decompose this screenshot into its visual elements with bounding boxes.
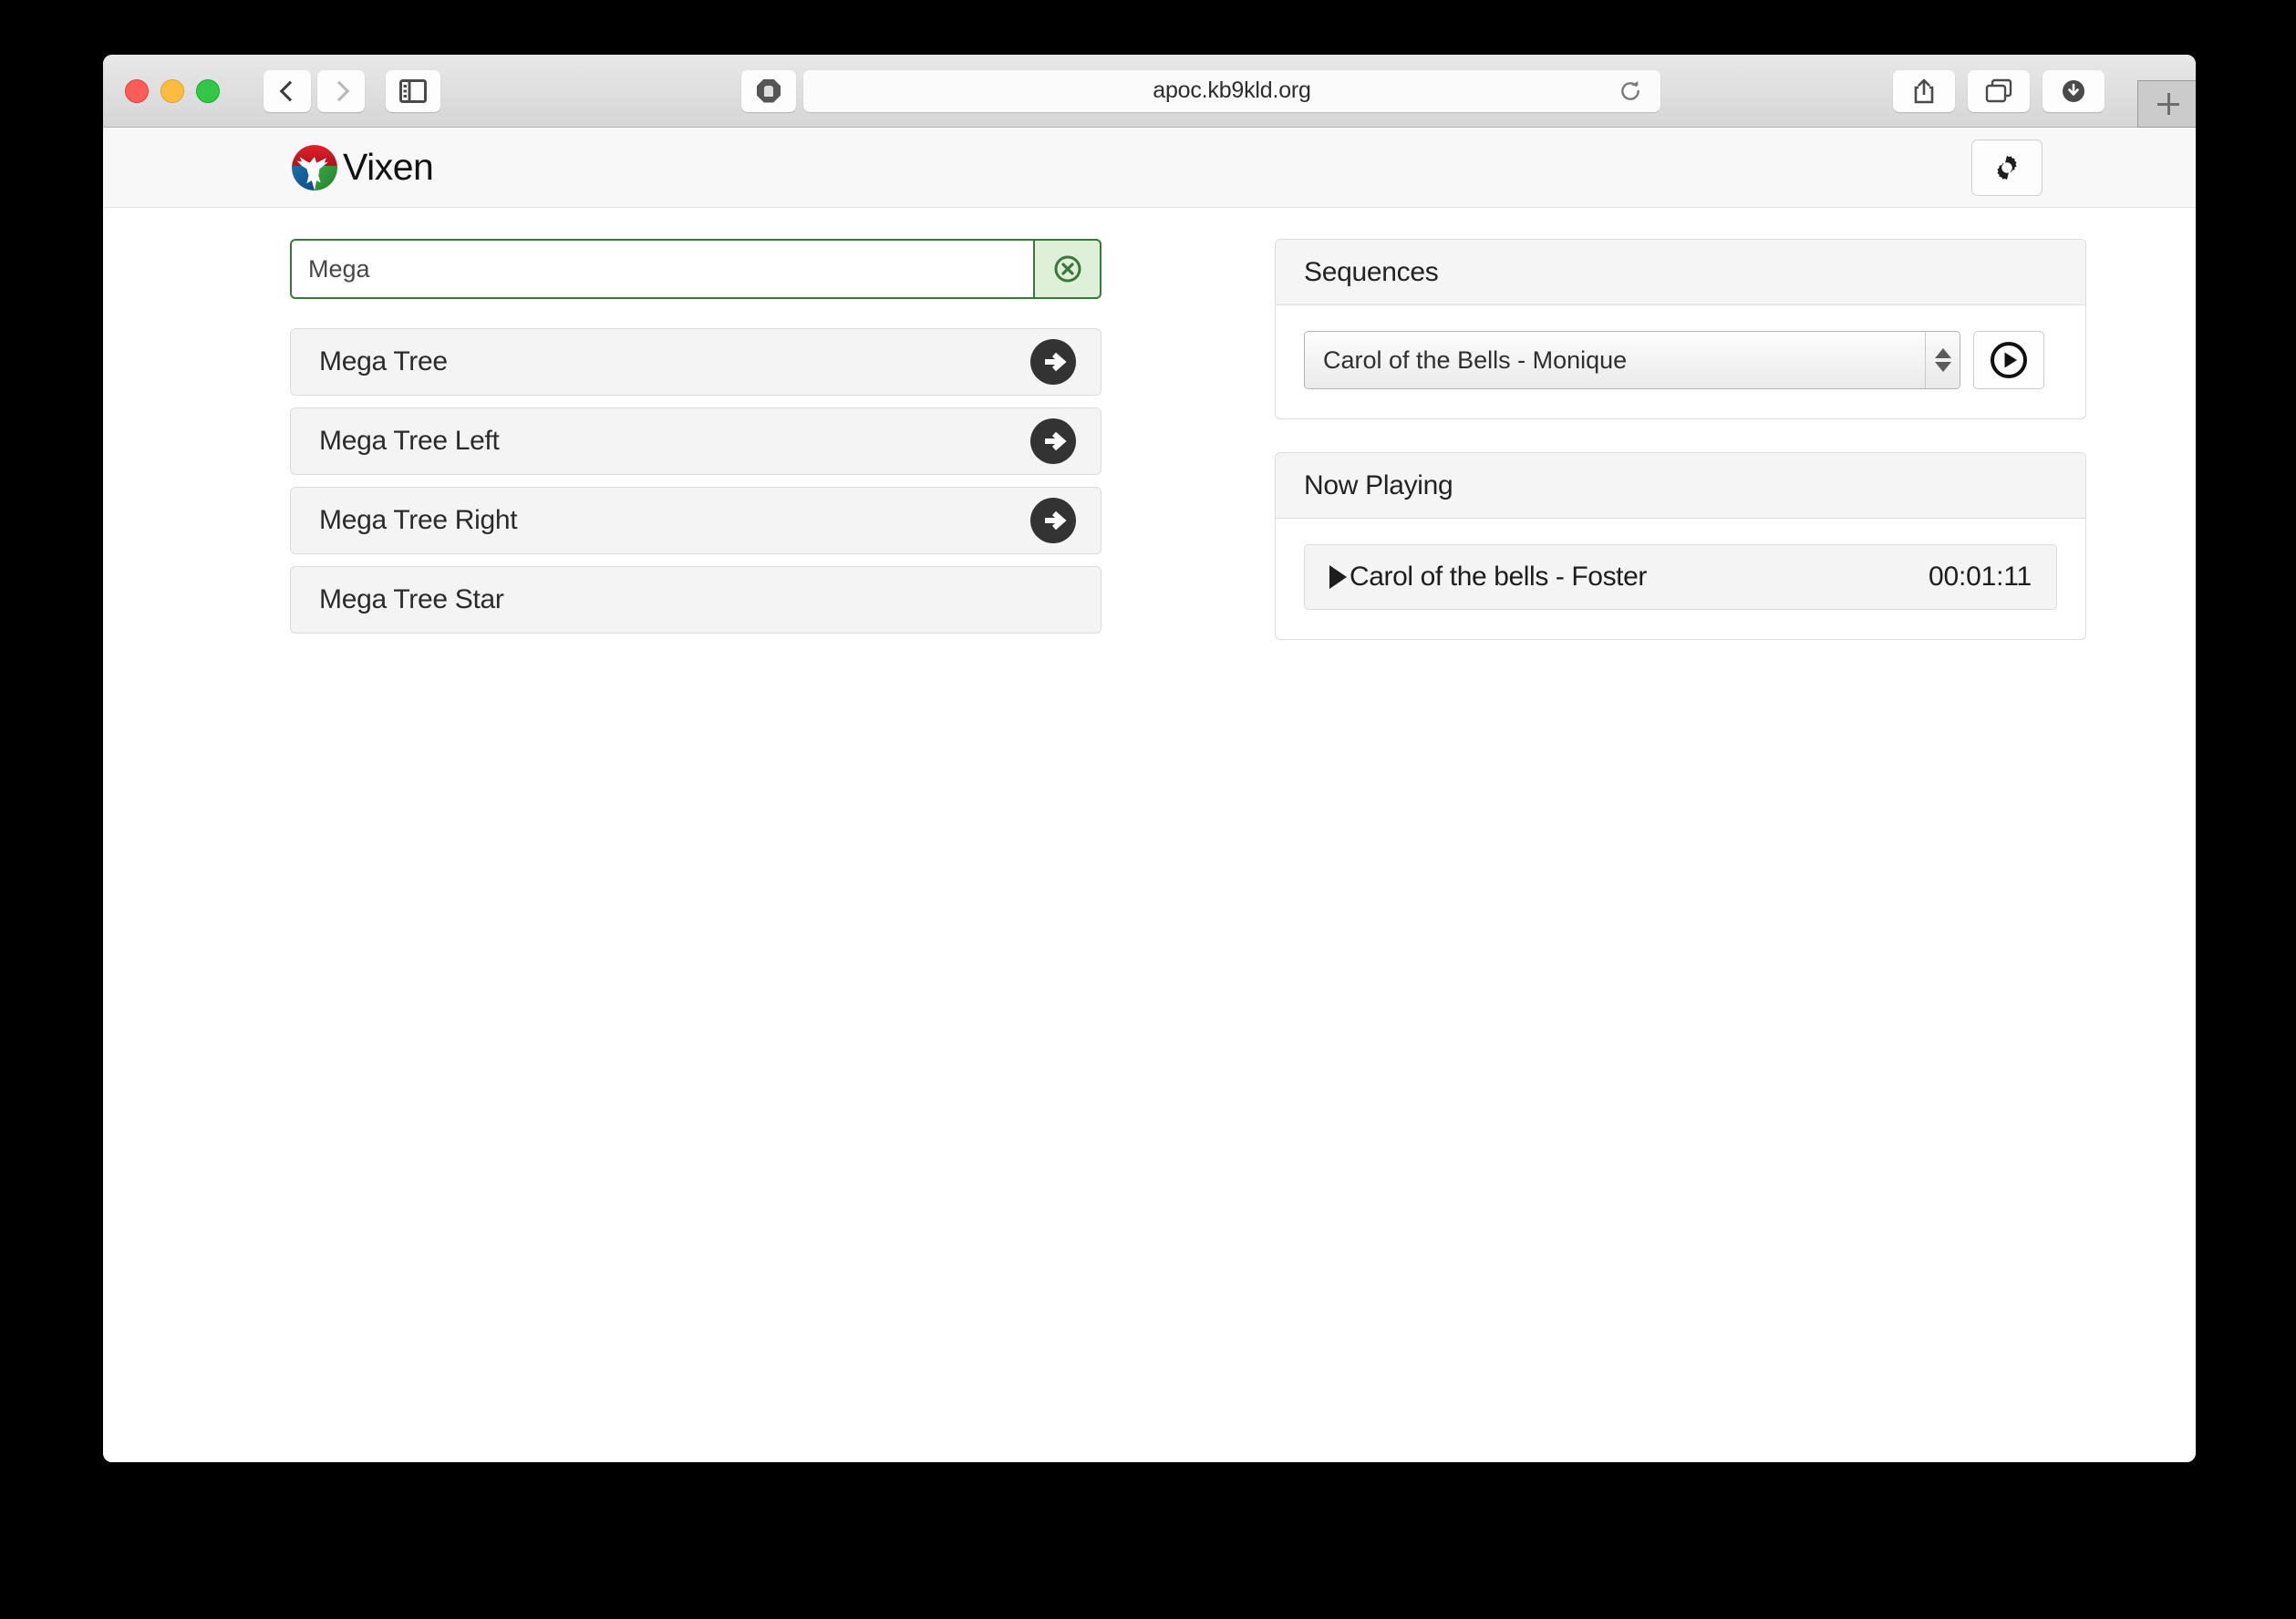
- result-label: Mega Tree Right: [319, 505, 518, 535]
- play-circle-icon: [1991, 342, 2027, 378]
- arrow-right-circle-icon[interactable]: [1029, 418, 1077, 465]
- now-playing-panel-body: Carol of the bells - Foster 00:01:11: [1276, 519, 2085, 639]
- app-body: Mega Tree Mega Tree Left Mega: [103, 208, 2196, 1462]
- zoom-window-button[interactable]: [196, 78, 220, 103]
- share-button[interactable]: [1893, 69, 1955, 112]
- chevron-up-icon: [1934, 348, 1951, 358]
- back-button[interactable]: [264, 69, 311, 112]
- toolbar-right-buttons: [1893, 69, 2105, 112]
- navigation-buttons: [264, 69, 365, 112]
- sidebar-icon: [399, 78, 427, 103]
- sequence-selector-row: Carol of the Bells - Monique: [1304, 331, 2057, 389]
- stop-sign-icon: [757, 78, 781, 103]
- search-result-item[interactable]: Mega Tree Right: [290, 487, 1101, 554]
- search-result-item[interactable]: Mega Tree Star: [290, 566, 1101, 634]
- forward-button[interactable]: [317, 69, 365, 112]
- app-brand: Vixen: [290, 143, 434, 192]
- clear-circle-x-icon: [1054, 255, 1081, 283]
- arrow-right-circle-icon[interactable]: [1029, 338, 1077, 386]
- now-playing-elapsed-time: 00:01:11: [1929, 562, 2032, 592]
- sidebar-toggle-button[interactable]: [386, 69, 440, 112]
- tabs-icon: [1985, 78, 2012, 102]
- tab-overview-button[interactable]: [1968, 69, 2030, 112]
- chevron-left-icon: [279, 80, 300, 101]
- now-playing-panel: Now Playing Carol of the bells - Foster …: [1275, 452, 2086, 640]
- chevron-down-icon: [1934, 362, 1951, 372]
- search-column: Mega Tree Mega Tree Left Mega: [290, 239, 1101, 645]
- content-blocker-button[interactable]: [741, 69, 796, 112]
- chevron-right-icon: [328, 80, 349, 101]
- sequences-panel-header: Sequences: [1276, 240, 2085, 305]
- search-input[interactable]: [290, 239, 1033, 299]
- select-stepper-arrows[interactable]: [1925, 332, 1960, 388]
- result-label: Mega Tree Star: [319, 584, 504, 614]
- gear-icon: [1997, 155, 2017, 180]
- result-label: Mega Tree: [319, 346, 448, 376]
- close-window-button[interactable]: [125, 78, 149, 103]
- search-results-list: Mega Tree Mega Tree Left Mega Tree Right…: [290, 328, 1101, 634]
- search-row: [290, 239, 1101, 299]
- vixen-logo-icon: [291, 144, 338, 191]
- sequences-title: Sequences: [1304, 256, 1439, 287]
- sequences-panel-body: Carol of the Bells - Monique: [1276, 305, 2085, 418]
- now-playing-title-label: Now Playing: [1304, 469, 1453, 500]
- now-playing-track-row[interactable]: Carol of the bells - Foster 00:01:11: [1304, 544, 2057, 610]
- result-label: Mega Tree Left: [319, 426, 500, 456]
- app-header: Vixen: [103, 128, 2196, 208]
- new-tab-button[interactable]: [2137, 80, 2196, 128]
- sequences-panel: Sequences Carol of the Bells - Monique: [1275, 239, 2086, 419]
- search-result-item[interactable]: Mega Tree: [290, 328, 1101, 396]
- browser-toolbar: apoc.kb9kld.org: [103, 55, 2196, 128]
- play-sequence-button[interactable]: [1973, 331, 2044, 389]
- window-controls: [125, 78, 220, 103]
- settings-button[interactable]: [1971, 139, 2043, 196]
- downloads-button[interactable]: [2043, 69, 2105, 112]
- browser-window: apoc.kb9kld.org Vixen Mega Mega Tree Meg…: [103, 55, 2196, 1462]
- sequence-select[interactable]: Carol of the Bells - Monique: [1304, 331, 1960, 389]
- address-bar[interactable]: apoc.kb9kld.org: [803, 69, 1660, 112]
- now-playing-track-name: Carol of the bells - Foster: [1350, 562, 1647, 592]
- share-icon: [1914, 78, 1934, 103]
- address-bar-group: apoc.kb9kld.org: [741, 69, 1660, 112]
- sequence-select-value: Carol of the Bells - Monique: [1323, 345, 1628, 374]
- search-clear-button[interactable]: [1033, 239, 1101, 299]
- arrow-right-circle-icon[interactable]: [1029, 497, 1077, 544]
- url-text: apoc.kb9kld.org: [1153, 77, 1311, 103]
- play-triangle-icon: [1329, 565, 1347, 589]
- app-title: Vixen: [343, 146, 434, 188]
- minimize-window-button[interactable]: [160, 78, 184, 103]
- now-playing-panel-header: Now Playing: [1276, 453, 2085, 519]
- search-result-item[interactable]: Mega Tree Left: [290, 407, 1101, 475]
- plus-icon: [2156, 93, 2179, 115]
- download-icon: [2063, 79, 2084, 102]
- reload-icon[interactable]: [1619, 79, 1642, 103]
- playback-column: Sequences Carol of the Bells - Monique N…: [1275, 239, 2086, 673]
